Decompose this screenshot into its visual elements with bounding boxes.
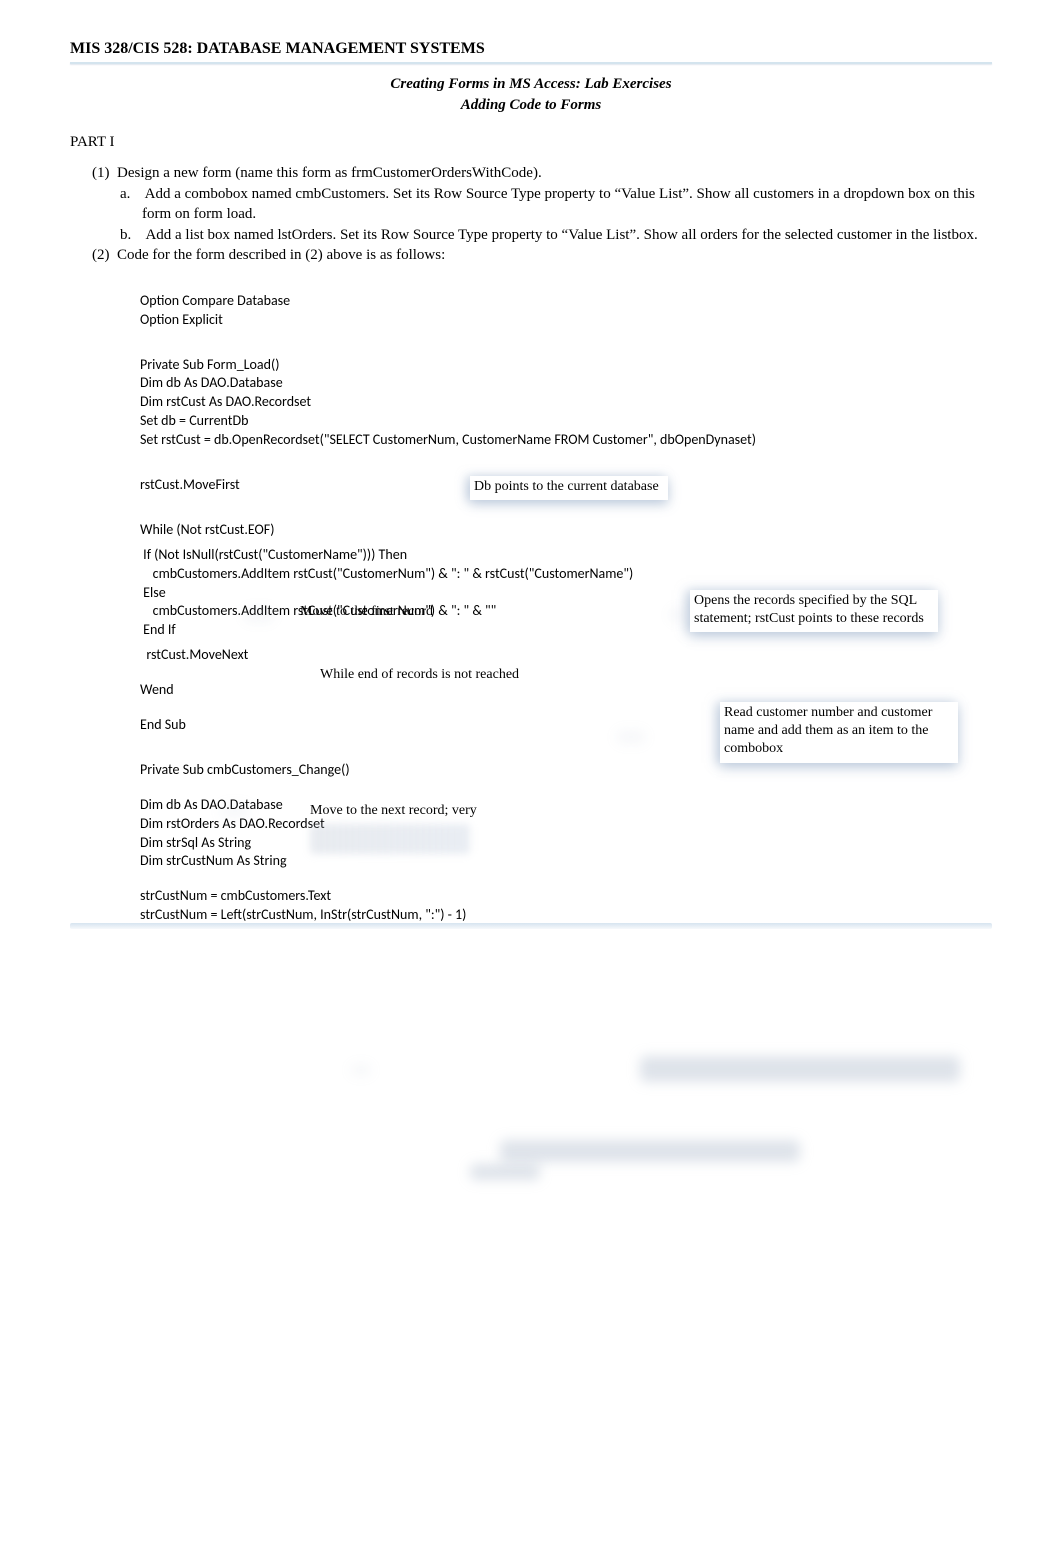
code-line: Dim rstCust As DAO.Recordset bbox=[140, 393, 992, 412]
connector-hint bbox=[220, 804, 250, 818]
code-line: rstCust.MoveNext bbox=[140, 646, 992, 665]
item-1a-label: a. bbox=[120, 186, 130, 202]
item-1: (1) Design a new form (name this form as… bbox=[92, 165, 992, 182]
item-1b-text: Add a list box named lstOrders. Set its … bbox=[145, 227, 977, 243]
title-rule bbox=[70, 62, 992, 64]
blur-fragment bbox=[640, 1056, 960, 1082]
blur-fragment bbox=[470, 1164, 540, 1180]
code-line: Private Sub cmbCustomers_Change() bbox=[140, 761, 992, 780]
code-line: Dim strSql As String bbox=[140, 834, 992, 853]
subtitle-line1: Creating Forms in MS Access: Lab Exercis… bbox=[390, 76, 671, 92]
code-line: Dim rstOrders As DAO.Recordset bbox=[140, 815, 992, 834]
code-line: Dim db As DAO.Database bbox=[140, 374, 992, 393]
subtitle: Creating Forms in MS Access: Lab Exercis… bbox=[70, 74, 992, 116]
item-1a-text: Add a combobox named cmbCustomers. Set i… bbox=[142, 186, 975, 222]
item-1b: b. Add a list box named lstOrders. Set i… bbox=[142, 225, 992, 245]
code-line: Dim strCustNum As String bbox=[140, 852, 992, 871]
code-line: If (Not IsNull(rstCust("CustomerName")))… bbox=[140, 546, 992, 565]
subtitle-line2: Adding Code to Forms bbox=[461, 97, 601, 113]
item-1-text: Design a new form (name this form as frm… bbox=[117, 165, 542, 181]
connector-hint bbox=[350, 1064, 372, 1076]
code-line: Set db = CurrentDb bbox=[140, 412, 992, 431]
callout-movefirst: Move to the first record bbox=[300, 603, 500, 621]
code-line: Option Explicit bbox=[140, 311, 992, 330]
connector-hint bbox=[244, 608, 274, 622]
code-line: Dim db As DAO.Database bbox=[140, 796, 992, 815]
code-line: Set rstCust = db.OpenRecordset("SELECT C… bbox=[140, 431, 992, 450]
item-1-num: (1) bbox=[92, 165, 110, 181]
connector-hint bbox=[670, 608, 686, 622]
connector-hint bbox=[616, 730, 646, 744]
callout-read: Read customer number and customer name a… bbox=[720, 702, 958, 763]
code-line: cmbCustomers.AddItem rstCust("CustomerNu… bbox=[140, 565, 992, 584]
page-title: MIS 328/CIS 528: DATABASE MANAGEMENT SYS… bbox=[70, 40, 992, 58]
code-line: Option Compare Database bbox=[140, 292, 992, 311]
item-1a: a. Add a combobox named cmbCustomers. Se… bbox=[142, 184, 992, 225]
item-2-text: Code for the form described in (2) above… bbox=[117, 247, 445, 263]
callout-opens: Opens the records specified by the SQL s… bbox=[690, 590, 938, 632]
callout-db: Db points to the current database bbox=[470, 476, 668, 500]
code-line: Private Sub Form_Load() bbox=[140, 356, 992, 375]
blur-fragment bbox=[310, 824, 470, 854]
item-1b-label: b. bbox=[120, 227, 131, 243]
part-label: PART I bbox=[70, 134, 992, 151]
item-2-num: (2) bbox=[92, 247, 110, 263]
code-line: While (Not rstCust.EOF) bbox=[140, 521, 992, 540]
callout-movenext: Move to the next record; very bbox=[310, 802, 540, 820]
footer-rule bbox=[70, 923, 992, 929]
code-line: strCustNum = cmbCustomers.Text bbox=[140, 887, 992, 906]
blur-fragment bbox=[500, 1140, 800, 1162]
callout-while: While end of records is not reached bbox=[320, 666, 580, 684]
item-2: (2) Code for the form described in (2) a… bbox=[92, 247, 992, 264]
